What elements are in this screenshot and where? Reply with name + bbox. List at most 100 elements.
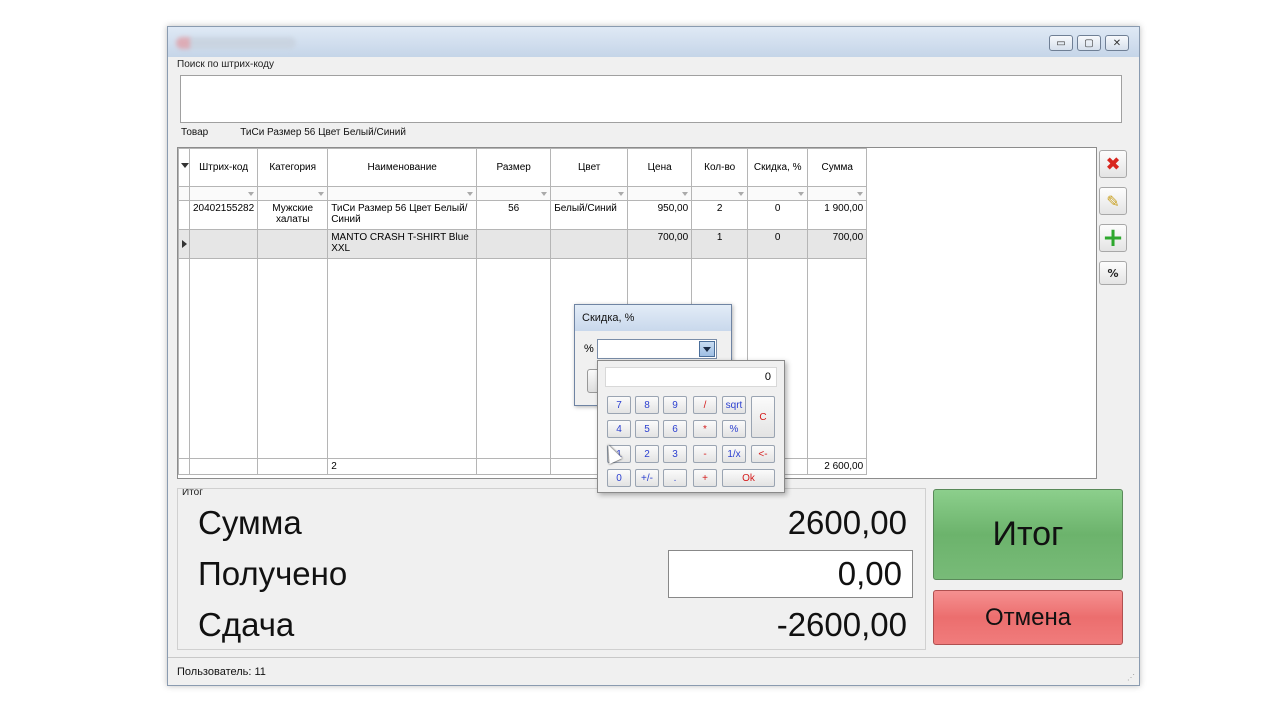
calc-key-4[interactable]: 4 — [607, 420, 631, 438]
pencil-icon: ✎ — [1106, 191, 1120, 211]
resize-grip-icon[interactable]: ⋰ — [1127, 673, 1135, 682]
product-value: ТиСи Размер 56 Цвет Белый/Синий — [240, 127, 406, 138]
calc-key-7[interactable]: 7 — [607, 396, 631, 414]
cell-color — [550, 229, 629, 259]
col-discount[interactable]: Скидка, % — [747, 148, 809, 187]
calc-key-ok[interactable]: Ok — [722, 469, 775, 487]
cell-name: ТиСи Размер 56 Цвет Белый/Синий — [327, 200, 478, 230]
add-item-button[interactable]: + — [1099, 223, 1127, 253]
filter-cell[interactable] — [476, 186, 552, 201]
col-qty[interactable]: Кол-во — [691, 148, 749, 187]
col-price[interactable]: Цена — [627, 148, 693, 187]
calc-key-subtract[interactable]: - — [693, 445, 717, 463]
grid-header-row: Штрих-код Категория Наименование Размер … — [178, 148, 868, 187]
delete-icon: ✖ — [1105, 153, 1121, 175]
cell-discount: 0 — [747, 200, 809, 230]
calc-key-5[interactable]: 5 — [635, 420, 659, 438]
filter-cell[interactable] — [747, 186, 809, 201]
received-input[interactable]: 0,00 — [668, 550, 913, 598]
calc-key-dot[interactable]: . — [663, 469, 687, 487]
col-category[interactable]: Категория — [257, 148, 329, 187]
filter-indicator — [178, 186, 190, 201]
received-label: Получено — [198, 555, 348, 592]
barcode-search-input[interactable] — [180, 75, 1122, 123]
delete-item-button[interactable]: ✖ — [1099, 150, 1127, 178]
footer-sum-total: 2 600,00 — [807, 458, 868, 475]
table-row[interactable]: 20402155282 Мужские халаты ТиСи Размер 5… — [178, 200, 868, 230]
discount-button[interactable]: % — [1099, 261, 1127, 285]
filter-cell[interactable] — [691, 186, 749, 201]
filter-cell[interactable] — [327, 186, 478, 201]
status-user: Пользователь: 11 — [177, 666, 266, 678]
barcode-search-label: Поиск по штрих-коду — [177, 59, 274, 70]
filter-row — [178, 186, 868, 201]
row-indicator — [178, 229, 190, 259]
dropdown-button[interactable] — [699, 341, 715, 357]
cell-category: Мужские халаты — [257, 200, 329, 230]
calc-key-add[interactable]: + — [693, 469, 717, 487]
cell-color: Белый/Синий — [550, 200, 629, 230]
cell-sum: 700,00 — [807, 229, 868, 259]
cancel-button[interactable]: Отмена — [933, 590, 1123, 645]
col-size[interactable]: Размер — [476, 148, 552, 187]
cell-price: 700,00 — [627, 229, 693, 259]
side-toolbar: ✖ ✎ + % — [1099, 150, 1127, 285]
close-button[interactable]: ✕ — [1105, 35, 1129, 51]
calc-key-6[interactable]: 6 — [663, 420, 687, 438]
col-sum[interactable]: Сумма — [807, 148, 868, 187]
total-button[interactable]: Итог — [933, 489, 1123, 580]
cell-category — [257, 229, 329, 259]
discount-combo[interactable] — [597, 339, 717, 359]
cell-barcode — [188, 229, 259, 259]
calc-key-clear[interactable]: C — [751, 396, 775, 438]
received-value: 0,00 — [837, 555, 902, 592]
change-label: Сдача — [198, 606, 295, 643]
percent-icon: % — [1107, 266, 1119, 280]
filter-cell[interactable] — [257, 186, 329, 201]
calc-key-multiply[interactable]: * — [693, 420, 717, 438]
footer-name-count: 2 — [327, 458, 478, 475]
cell-size: 56 — [476, 200, 552, 230]
cell-discount: 0 — [747, 229, 809, 259]
calculator-popup: 0 7 8 9 / sqrt C 4 5 6 * % 1 2 3 - 1/x <… — [597, 360, 785, 493]
table-row-selected[interactable]: MANTO CRASH T-SHIRT Blue XXL 700,00 1 0 … — [178, 229, 868, 259]
cell-qty: 2 — [691, 200, 749, 230]
calc-key-percent[interactable]: % — [722, 420, 746, 438]
product-line: Товар ТиСи Размер 56 Цвет Белый/Синий — [181, 127, 406, 138]
sum-label: Сумма — [198, 504, 302, 541]
product-label: Товар — [181, 127, 209, 138]
cell-sum: 1 900,00 — [807, 200, 868, 230]
calc-key-8[interactable]: 8 — [635, 396, 659, 414]
filter-cell[interactable] — [550, 186, 629, 201]
totals-panel: Сумма 2600,00 Получено 0,00 Сдача -2600,… — [177, 488, 926, 650]
chevron-down-icon — [703, 346, 711, 352]
cell-price: 950,00 — [627, 200, 693, 230]
minimize-button[interactable]: ▭ — [1049, 35, 1073, 51]
calc-key-0[interactable]: 0 — [607, 469, 631, 487]
discount-dialog-title: Скидка, % — [575, 305, 731, 331]
row-indicator — [178, 200, 190, 230]
maximize-button[interactable]: ▢ — [1077, 35, 1101, 51]
window-title-blurred — [176, 37, 296, 49]
calc-key-2[interactable]: 2 — [635, 445, 659, 463]
grid-header-indicator[interactable] — [178, 148, 190, 187]
change-value: -2600,00 — [776, 606, 907, 643]
calc-key-sqrt[interactable]: sqrt — [722, 396, 746, 414]
title-bar: ▭ ▢ ✕ — [168, 27, 1139, 57]
filter-cell[interactable] — [188, 186, 259, 201]
col-name[interactable]: Наименование — [327, 148, 478, 187]
edit-item-button[interactable]: ✎ — [1099, 187, 1127, 215]
col-color[interactable]: Цвет — [550, 148, 629, 187]
calc-key-9[interactable]: 9 — [663, 396, 687, 414]
status-bar: Пользователь: 11 ⋰ — [168, 657, 1139, 685]
col-barcode[interactable]: Штрих-код — [188, 148, 259, 187]
filter-cell[interactable] — [807, 186, 868, 201]
current-row-arrow-icon — [182, 240, 187, 248]
calc-key-3[interactable]: 3 — [663, 445, 687, 463]
calc-key-backspace[interactable]: <- — [751, 445, 775, 463]
filter-cell[interactable] — [627, 186, 693, 201]
calc-key-divide[interactable]: / — [693, 396, 717, 414]
sum-value: 2600,00 — [787, 504, 907, 541]
calc-key-reciprocal[interactable]: 1/x — [722, 445, 746, 463]
calc-key-sign[interactable]: +/- — [635, 469, 659, 487]
